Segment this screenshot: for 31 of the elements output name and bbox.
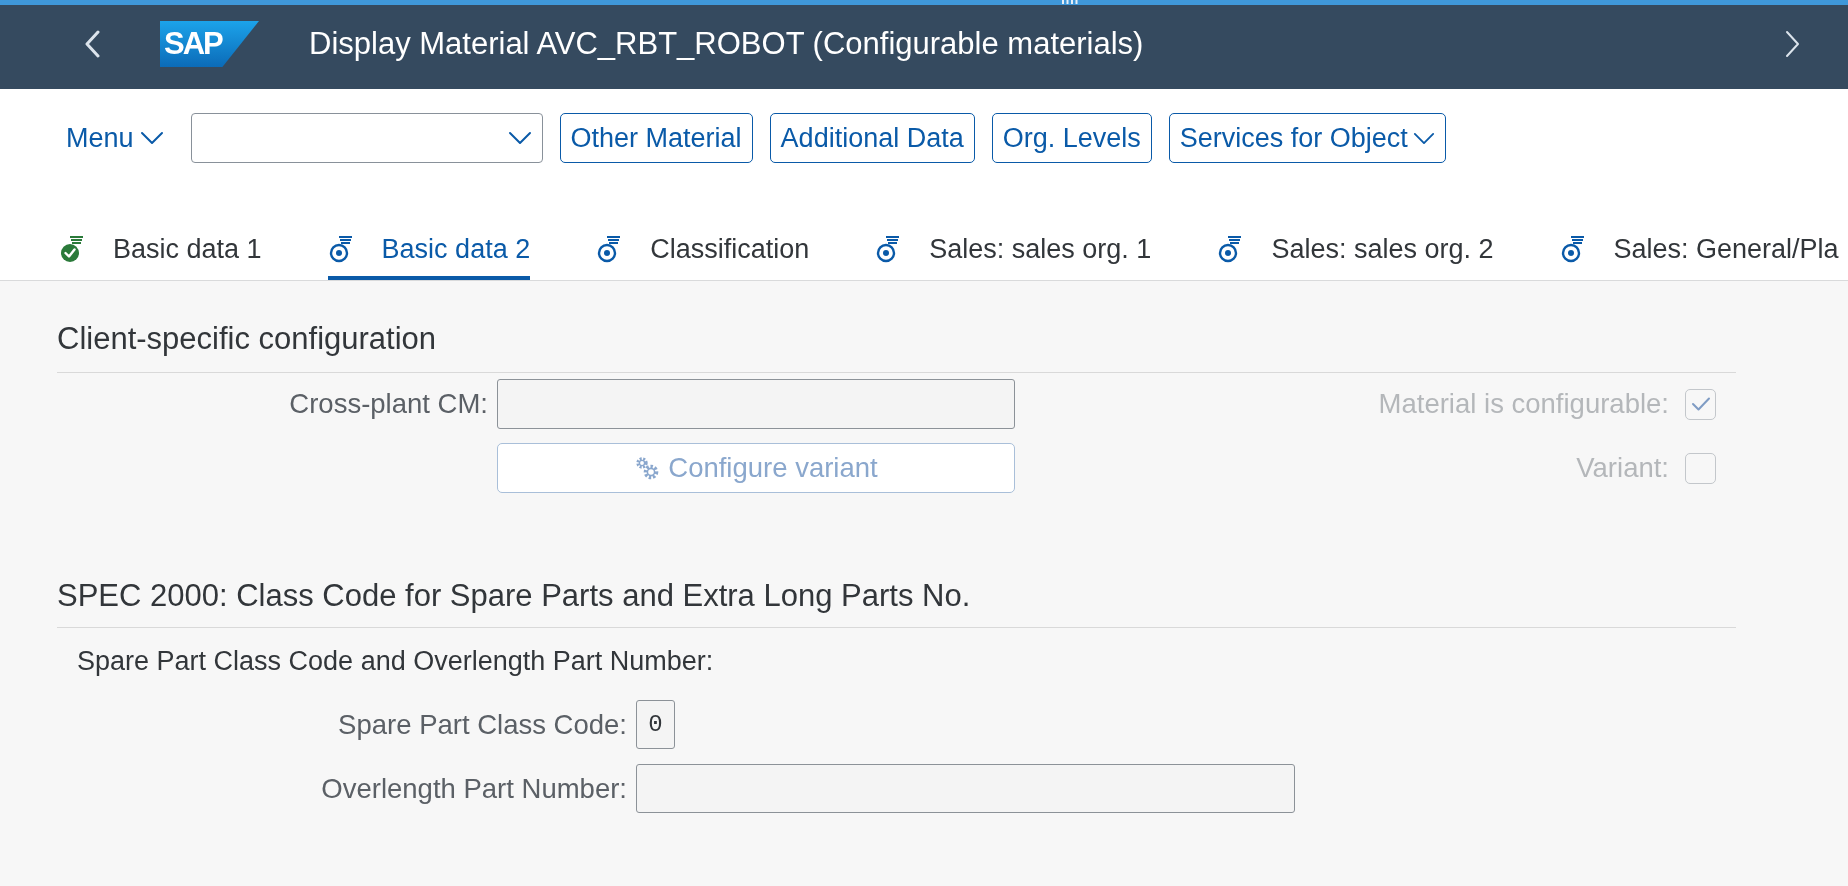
logo: SAP [160, 21, 259, 67]
field-label: Material is configurable: [1378, 388, 1669, 420]
section-title: Client-specific configuration [57, 321, 438, 357]
input-field[interactable]: 0 [636, 700, 675, 749]
toolbar-button[interactable]: Additional Data [769, 113, 975, 163]
field-label: Spare Part Class Code: [337, 708, 627, 741]
checkmark-icon [1690, 396, 1711, 412]
chevron-left-icon [84, 30, 100, 58]
chevron-right-icon [1785, 30, 1801, 58]
combo-field[interactable] [190, 113, 543, 163]
tab[interactable]: Sales: General/Pla [1559, 222, 1839, 280]
input-field[interactable] [636, 764, 1295, 813]
group-label: Spare Part Class Code and Overlength Part Number: [77, 645, 715, 677]
tab[interactable]: Basic data 1 [59, 222, 262, 280]
tab[interactable]: Sales: sales org. 1 [875, 222, 1152, 280]
toolbar-button[interactable]: Org. Levels [991, 113, 1152, 163]
window-title: Display Material AVC_RBT_ROBOT (Configurable materials) [309, 26, 1145, 62]
toolbar-button[interactable]: Other Material [559, 113, 753, 163]
input-field[interactable] [497, 379, 1015, 429]
chevron-down-icon[interactable] [507, 131, 532, 145]
gears-icon [634, 455, 661, 481]
field-label: Overlength Part Number: [320, 772, 627, 805]
grip-icon[interactable] [1062, 0, 1078, 4]
toolbar-button[interactable]: Services for Object [1168, 113, 1446, 163]
menu-button[interactable]: Menu [66, 113, 164, 163]
tab[interactable]: Classification [596, 222, 810, 280]
field-label: Cross-plant CM: [288, 388, 488, 420]
field-label: Variant: [1576, 452, 1669, 484]
chevron-down-icon [139, 131, 164, 145]
section-title: SPEC 2000: Class Code for Spare Parts and Extra Long Parts No. [57, 578, 972, 614]
tab[interactable]: Sales: sales org. 2 [1217, 222, 1494, 280]
